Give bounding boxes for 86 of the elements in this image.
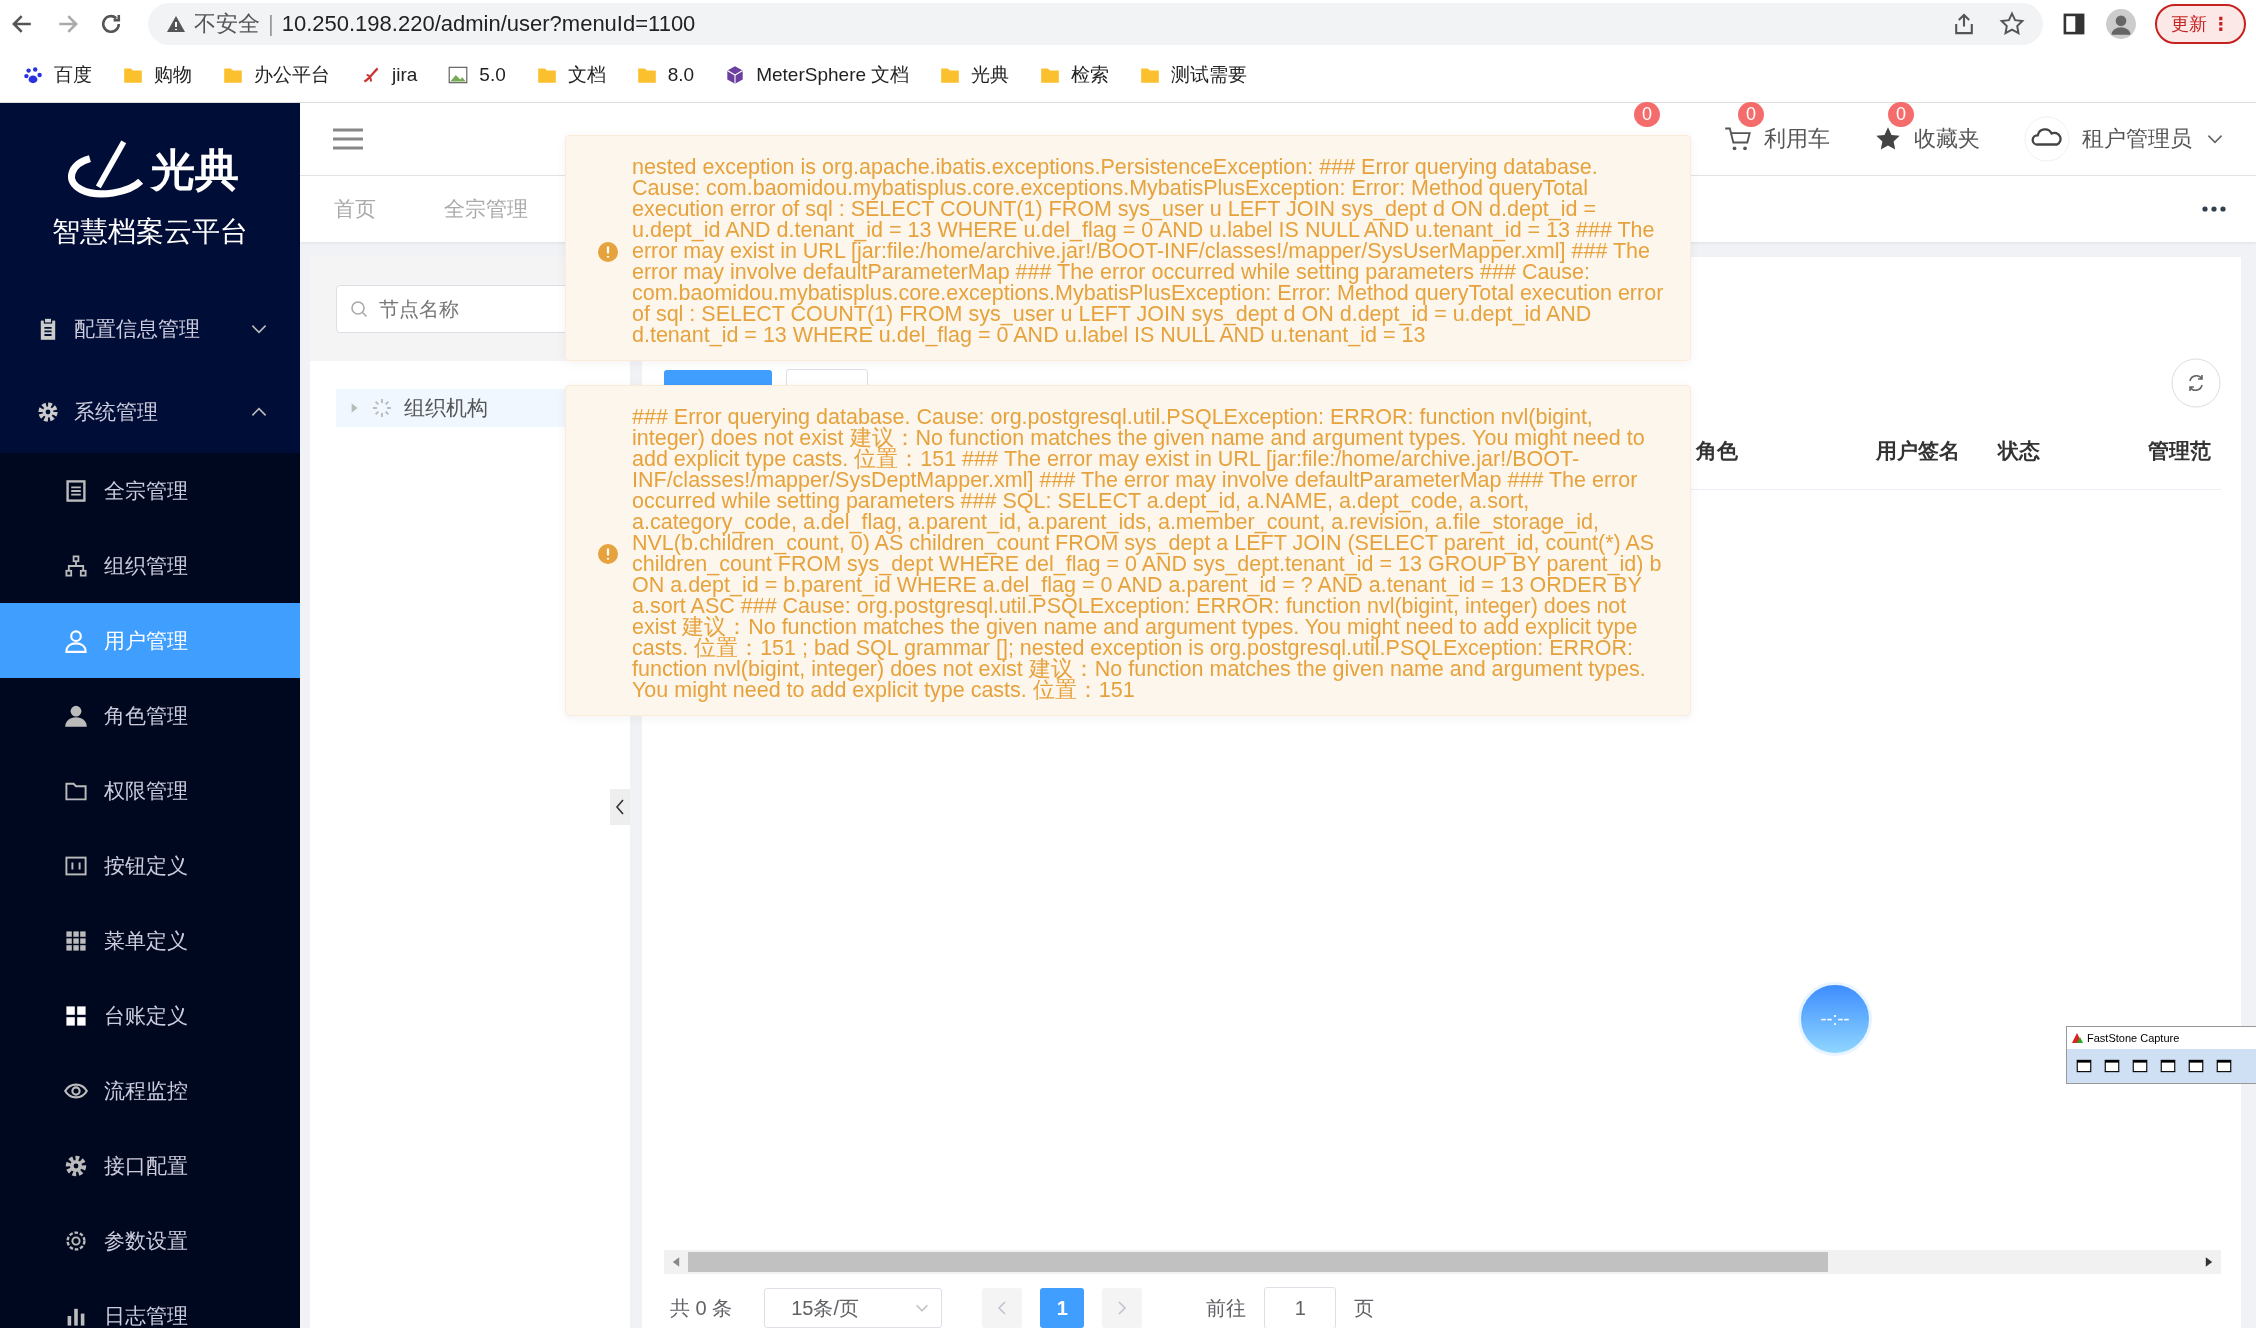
- org-icon: [64, 553, 88, 578]
- capture-tool-icon[interactable]: [2215, 1057, 2233, 1075]
- header-link[interactable]: 收藏夹: [1874, 124, 1980, 154]
- column-header: 状态: [1998, 438, 2041, 464]
- bookmark[interactable]: 购物: [122, 62, 192, 88]
- update-button[interactable]: 更新 ⋮: [2155, 4, 2246, 44]
- security-label: 不安全: [194, 10, 260, 38]
- header-link-label: 收藏夹: [1914, 125, 1980, 153]
- toolbar-title: FastStone Capture: [2087, 1032, 2180, 1044]
- count-badge: 0: [1738, 102, 1764, 127]
- cart-icon: [1724, 125, 1752, 153]
- bookmark[interactable]: jira: [360, 64, 418, 86]
- capture-tool-icon[interactable]: [2159, 1057, 2177, 1075]
- menu-group[interactable]: 系统管理: [0, 370, 300, 453]
- menu-item[interactable]: 接口配置: [0, 1128, 300, 1203]
- bookmark[interactable]: 光典: [939, 62, 1010, 88]
- bookmark[interactable]: MeterSphere 文档: [724, 62, 910, 88]
- menu-item[interactable]: 组织管理: [0, 528, 300, 603]
- column-header: 用户签名: [1876, 438, 1961, 464]
- bookmark[interactable]: 办公平台: [222, 62, 330, 88]
- menu-item[interactable]: 菜单定义: [0, 903, 300, 978]
- warning-icon: [166, 14, 186, 34]
- menu-item[interactable]: 台账定义: [0, 978, 300, 1053]
- collapse-icon[interactable]: [610, 789, 630, 825]
- refresh-icon[interactable]: [2171, 358, 2221, 408]
- capture-tool-icon[interactable]: [2131, 1057, 2149, 1075]
- header-link-label: 利用车: [1764, 125, 1830, 153]
- search-icon: [349, 299, 369, 319]
- menu-label: 系统管理: [74, 398, 158, 425]
- menu-item[interactable]: 权限管理: [0, 753, 300, 828]
- menu-label: 配置信息管理: [74, 315, 200, 342]
- app-logo-icon: [2071, 1032, 2083, 1044]
- count-badge: 0: [1888, 102, 1914, 127]
- logo-text: 光典: [151, 143, 239, 196]
- column-header: 管理范: [2148, 438, 2211, 464]
- menu-icon[interactable]: [332, 127, 364, 151]
- profile-icon[interactable]: [2105, 8, 2137, 40]
- error-message: nested exception is org.apache.ibatis.exceptions.PersistenceException: ### Error querying database. Cause: com.baomidou.mybatisplus.core.exceptions.MybatisPlusException: Error: Method queryTotal execution error of sql : SELECT COUNT(1) FROM sys_user u LEFT JOIN sys_dept d ON d.dept_id = u.dept_id AND d.tenant_id = 13 WHERE u.del_flag = 0 AND u.label IS NULL AND u.tenant_id = 13 ### The error may exist in URL [jar:file:/home/archive.jar!/BOOT-INF/classes!/mapper/SysUserMapper.xml] ### The error may involve defaultParameterMap ### The error occurred while setting parameters ### Cause: com.baomidou.mybatisplus.core.exceptions.MybatisPlusException: Error: Method queryTotal execution error of sql : SELECT COUNT(1) FROM sys_user u LEFT JOIN sys_dept d ON d.dept_id = u.dept_id AND d.tenant_id = 13 WHERE u.del_flag = 0 AND u.label IS NULL AND u.tenant_id = 13: [632, 157, 1665, 346]
- grid-icon: [64, 928, 88, 953]
- menu-item[interactable]: 角色管理: [0, 678, 300, 753]
- bookmark[interactable]: 8.0: [635, 64, 695, 86]
- more-icon[interactable]: [2202, 205, 2226, 213]
- warning-icon: [598, 544, 618, 564]
- side-panel-icon[interactable]: [2061, 11, 2087, 37]
- gear-icon: [64, 1153, 88, 1178]
- bookmark[interactable]: 检索: [1039, 62, 1110, 88]
- menu-item[interactable]: 参数设置: [0, 1203, 300, 1278]
- warning-icon: [598, 241, 618, 262]
- capture-tool-icon[interactable]: [2075, 1057, 2093, 1075]
- count-badge: 0: [1634, 102, 1660, 127]
- header-link[interactable]: 利用车: [1724, 124, 1830, 154]
- page-size-select[interactable]: 15条/页: [764, 1288, 943, 1328]
- tiles-icon: [64, 1003, 88, 1028]
- person-icon: [64, 703, 88, 728]
- column-header: 角色: [1696, 438, 1739, 464]
- bookmark[interactable]: 文档: [535, 62, 606, 88]
- spinner-icon: [372, 398, 392, 418]
- platform-name: 智慧档案云平台: [52, 215, 248, 249]
- menu-item[interactable]: 日志管理: [0, 1278, 300, 1328]
- menu-item[interactable]: 全宗管理: [0, 453, 300, 528]
- menu-group[interactable]: 配置信息管理: [0, 287, 300, 370]
- paw-icon: [22, 64, 44, 86]
- capture-tool-icon[interactable]: [2103, 1057, 2121, 1075]
- goto-label: 前往: [1206, 1295, 1247, 1321]
- error-message: ### Error querying database. Cause: org.postgresql.util.PSQLException: ERROR: function nvl(bigint, integer) does not exist 建议：No function matches the given name and argument types. You might need to add explicit type casts. 位置：151 ### The error may exist in URL [jar:file:/home/archive.jar!/BOOT-INF/classes!/mapper/SysDeptMapper.xml] ### The error may involve defaultParameterMap ### The error occurred while setting parameters ### SQL: SELECT a.dept_id, a.NAME, a.dept_code, a.sort, a.category_code, a.del_flag, a.parent_id, a.parent_ids, a.member_count, a.revision, a.file_storage_id, NVL(b.children_count, 0) AS children_count FROM sys_dept a LEFT JOIN (SELECT parent_id, count(*) AS children_count FROM sys_dept WHERE del_flag = 0 AND sys_dept.tenant_id = 13 GROUP BY parent_id) b ON a.dept_id = b.parent_id WHERE a.del_flag = 0 AND a.parent_id = ? AND a.tenant_id = 13 ORDER BY a.sort ASC ### Cause: org.postgresql.util.PSQLException: ERROR: function nvl(bigint, integer) does not exist 建议：No function matches the given name and argument types. You might need to add explicit type casts. 位置：151 ; bad SQL grammar []; nested exception is org.postgresql.util.PSQLException: ERROR: function nvl(bigint, integer) does not exist 建议：No function matches the given name and argument types. You might need to add explicit type casts. 位置：151: [632, 407, 1663, 701]
- cog-icon: [64, 1228, 88, 1253]
- bookmark[interactable]: 5.0: [447, 64, 506, 86]
- bookmark[interactable]: 百度: [22, 62, 92, 88]
- bookmark[interactable]: 测试需要: [1139, 62, 1248, 88]
- capture-tool-icon[interactable]: [2187, 1057, 2205, 1075]
- gear-icon: [36, 399, 60, 424]
- separator: |: [268, 11, 274, 37]
- horizontal-scrollbar[interactable]: [664, 1250, 2221, 1274]
- page-suffix: 页: [1354, 1295, 1375, 1321]
- user-icon: [64, 628, 88, 653]
- menu-item[interactable]: 流程监控: [0, 1053, 300, 1128]
- image-icon: [447, 64, 470, 86]
- user-menu[interactable]: 租户管理员: [2024, 116, 2226, 162]
- cloud-icon: [2024, 116, 2070, 162]
- total-count: 共 0 条: [670, 1295, 733, 1321]
- doc-icon: [64, 478, 88, 503]
- page-input[interactable]: 1: [1264, 1287, 1337, 1328]
- menu-item[interactable]: 按钮定义: [0, 828, 300, 903]
- address-bar[interactable]: 不安全 | 10.250.198.220/admin/user?menuId=1100: [148, 3, 2043, 45]
- star-icon[interactable]: [1999, 11, 2025, 37]
- url-text: 10.250.198.220/admin/user?menuId=1100: [281, 11, 696, 37]
